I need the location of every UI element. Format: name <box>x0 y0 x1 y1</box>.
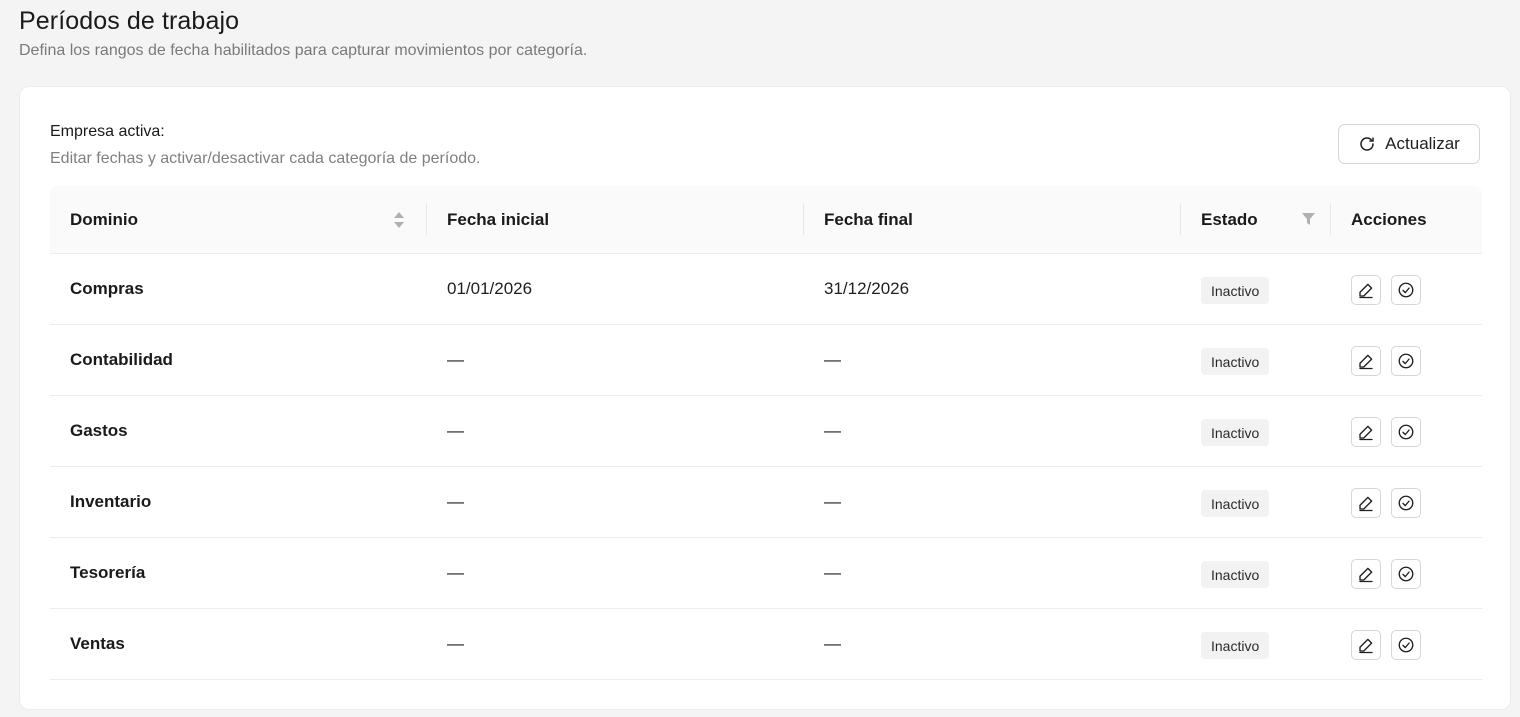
refresh-button[interactable]: Actualizar <box>1338 124 1480 164</box>
end-date-cell: — <box>824 421 841 440</box>
edit-icon <box>1359 567 1373 583</box>
column-header-actions: Acciones <box>1351 210 1427 229</box>
activate-button[interactable] <box>1391 417 1421 447</box>
end-date-cell: — <box>824 350 841 369</box>
column-header-end-date: Fecha final <box>824 210 913 229</box>
activate-button[interactable] <box>1391 275 1421 305</box>
edit-button[interactable] <box>1351 275 1381 305</box>
table-row: Inventario — — Inactivo <box>50 467 1482 538</box>
start-date-cell: — <box>447 421 464 440</box>
table-row: Compras 01/01/2026 31/12/2026 Inactivo <box>50 254 1482 325</box>
column-separator <box>803 204 804 235</box>
check-circle-icon <box>1398 424 1414 440</box>
end-date-cell: — <box>824 492 841 511</box>
end-date-cell: 31/12/2026 <box>824 279 910 298</box>
column-separator <box>1180 204 1181 235</box>
domain-cell: Compras <box>70 279 144 298</box>
table-row: Ventas — — Inactivo <box>50 609 1482 680</box>
check-circle-icon <box>1398 495 1414 511</box>
edit-button[interactable] <box>1351 346 1381 376</box>
column-separator <box>426 204 427 235</box>
start-date-cell: — <box>447 492 464 511</box>
activate-button[interactable] <box>1391 559 1421 589</box>
edit-icon <box>1359 425 1373 441</box>
filter-icon[interactable] <box>1302 213 1315 226</box>
table-row: Tesorería — — Inactivo <box>50 538 1482 609</box>
page-subtitle: Defina los rangos de fecha habilitados p… <box>19 42 588 59</box>
card-header: Empresa activa: Editar fechas y activar/… <box>50 122 480 169</box>
domain-cell: Inventario <box>70 492 152 511</box>
status-badge: Inactivo <box>1201 561 1270 588</box>
edit-button[interactable] <box>1351 417 1381 447</box>
table-body: Compras 01/01/2026 31/12/2026 Inactivo C… <box>50 254 1482 680</box>
periods-card: Empresa activa: Editar fechas y activar/… <box>19 86 1511 710</box>
column-header-status: Estado <box>1201 210 1258 229</box>
column-header-start-date: Fecha inicial <box>447 210 550 229</box>
activate-button[interactable] <box>1391 488 1421 518</box>
company-label: Empresa activa: <box>50 123 165 140</box>
edit-icon <box>1359 283 1373 299</box>
table-header: Dominio Fecha inicial Fecha final Estado… <box>50 186 1482 254</box>
periods-table: Dominio Fecha inicial Fecha final Estado… <box>50 186 1482 680</box>
page-header: Períodos de trabajo Defina los rangos de… <box>19 6 587 61</box>
end-date-cell: — <box>824 634 841 653</box>
status-badge: Inactivo <box>1201 348 1270 375</box>
sort-icon[interactable] <box>393 211 405 229</box>
refresh-icon <box>1360 137 1374 151</box>
table-row: Contabilidad — — Inactivo <box>50 325 1482 396</box>
table-row: Gastos — — Inactivo <box>50 396 1482 467</box>
edit-button[interactable] <box>1351 559 1381 589</box>
end-date-cell: — <box>824 563 841 582</box>
column-header-domain[interactable]: Dominio <box>70 186 138 254</box>
start-date-cell: — <box>447 350 464 369</box>
status-badge: Inactivo <box>1201 419 1270 446</box>
column-separator <box>1330 204 1331 235</box>
activate-button[interactable] <box>1391 346 1421 376</box>
company-description: Editar fechas y activar/desactivar cada … <box>50 150 481 167</box>
refresh-button-label: Actualizar <box>1385 134 1460 153</box>
check-circle-icon <box>1398 637 1414 653</box>
edit-button[interactable] <box>1351 488 1381 518</box>
edit-icon <box>1359 354 1373 370</box>
check-circle-icon <box>1398 353 1414 369</box>
status-badge: Inactivo <box>1201 490 1270 517</box>
domain-cell: Ventas <box>70 634 125 653</box>
status-badge: Inactivo <box>1201 277 1270 304</box>
domain-cell: Contabilidad <box>70 350 173 369</box>
check-circle-icon <box>1398 566 1414 582</box>
activate-button[interactable] <box>1391 630 1421 660</box>
edit-icon <box>1359 496 1373 512</box>
edit-icon <box>1359 638 1373 654</box>
start-date-cell: 01/01/2026 <box>447 279 533 298</box>
domain-cell: Tesorería <box>70 563 146 582</box>
status-badge: Inactivo <box>1201 632 1270 659</box>
start-date-cell: — <box>447 634 464 653</box>
start-date-cell: — <box>447 563 464 582</box>
domain-cell: Gastos <box>70 421 128 440</box>
page-title: Períodos de trabajo <box>19 7 240 35</box>
edit-button[interactable] <box>1351 630 1381 660</box>
check-circle-icon <box>1398 282 1414 298</box>
